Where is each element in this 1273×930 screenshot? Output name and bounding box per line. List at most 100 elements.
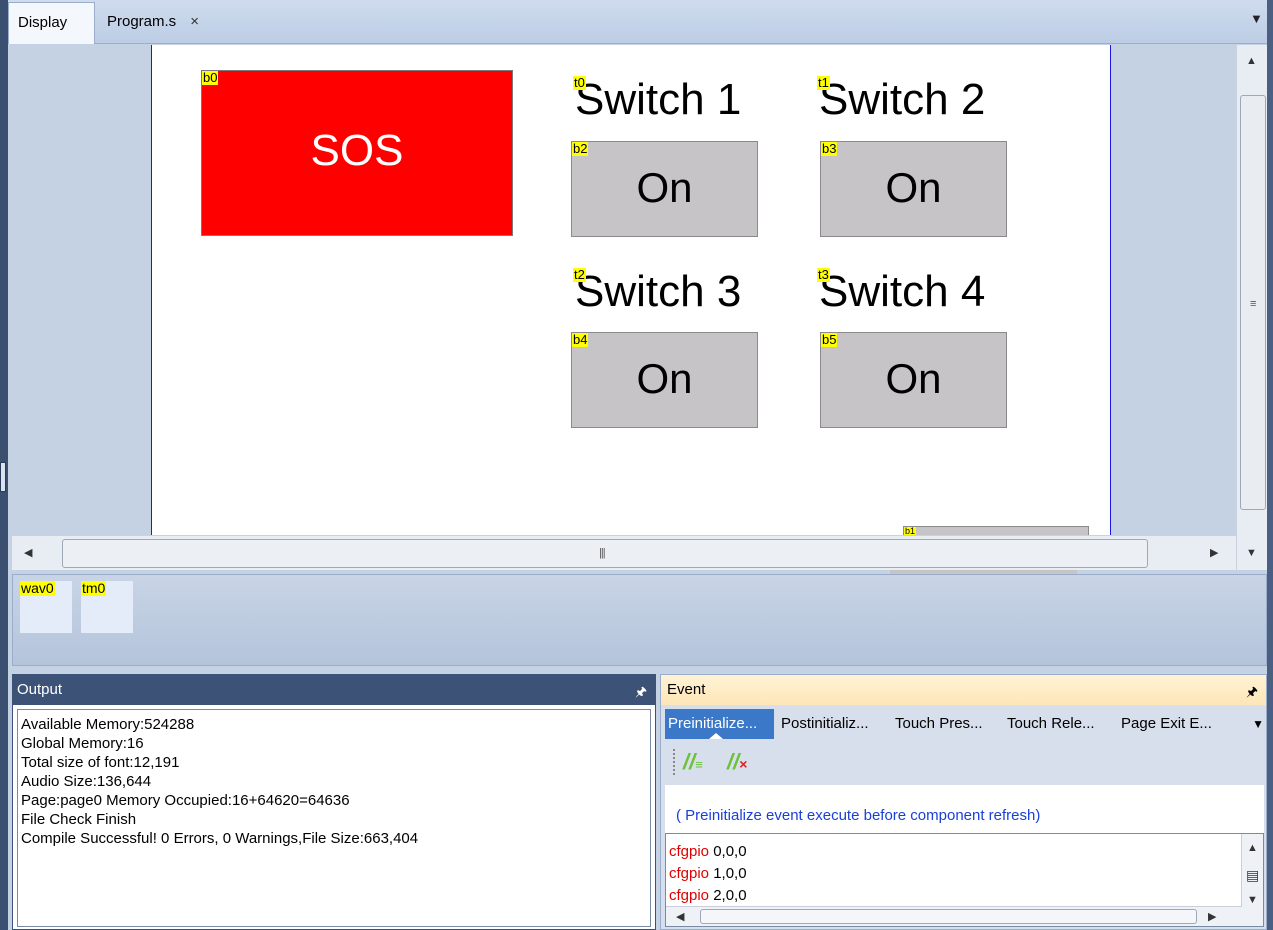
- design-vertical-scrollbar[interactable]: ▲ ≡ ▼: [1236, 45, 1267, 570]
- switch-1-on-text: On: [636, 164, 693, 211]
- tab-postinitialize[interactable]: Postinitializ...: [781, 709, 887, 739]
- pin-icon[interactable]: 🖈: [635, 677, 647, 707]
- event-panel-header: Event 🖈: [661, 675, 1266, 705]
- code-line: cfgpio 1,0,0: [669, 864, 747, 884]
- component-id-label: b0: [202, 70, 219, 85]
- switch-3-on-button[interactable]: b4 On: [571, 332, 758, 428]
- code-line: cfgpio 0,0,0: [669, 842, 747, 862]
- code-line: cfgpio 2,0,0: [669, 886, 747, 906]
- scroll-right-icon[interactable]: ▶: [1208, 910, 1216, 923]
- right-dock-edge: [1267, 0, 1273, 930]
- switch-2-label-text: Switch 2: [819, 75, 986, 124]
- component-tray: wav0 tm0: [12, 574, 1267, 666]
- component-id-label: t3: [817, 267, 830, 282]
- switch-3-label[interactable]: Switch 3 t2: [573, 268, 783, 316]
- tab-display[interactable]: Display: [8, 2, 95, 44]
- output-log[interactable]: Available Memory:524288 Global Memory:16…: [17, 709, 651, 927]
- grip-icon: ≡: [1250, 298, 1257, 310]
- event-hint-text: ( Preinitialize event execute before com…: [676, 807, 1041, 824]
- tab-page-exit[interactable]: Page Exit E...: [1121, 709, 1225, 739]
- output-panel-header: Output 🖈: [13, 675, 655, 705]
- tab-program-s-label: Program.s: [107, 13, 177, 30]
- switch-2-label[interactable]: Switch 2 t1: [817, 76, 1027, 124]
- code-keyword: cfgpio: [669, 865, 710, 882]
- component-id-label: b5: [821, 332, 838, 347]
- close-icon[interactable]: ×: [190, 13, 199, 30]
- toolbar-grip: [673, 749, 675, 775]
- switch-2-on-button[interactable]: b3 On: [820, 141, 1007, 237]
- output-line: Available Memory:524288: [21, 716, 195, 733]
- tab-page-exit-label: Page Exit E...: [1121, 715, 1212, 732]
- scroll-down-icon[interactable]: ▼: [1247, 894, 1258, 906]
- tab-touch-release[interactable]: Touch Rele...: [1007, 709, 1113, 739]
- scroll-left-icon[interactable]: ◀: [24, 546, 32, 559]
- component-id-label: b3: [821, 141, 838, 156]
- page-canvas[interactable]: b0 SOS Switch 1 t0 b2 On Switch 2 t1 b3 …: [151, 45, 1111, 535]
- scroll-down-icon[interactable]: ▼: [1246, 547, 1257, 559]
- uncomment-lines-icon[interactable]: //×: [727, 749, 747, 775]
- pin-icon[interactable]: 🖈: [1246, 677, 1258, 707]
- event-panel-title: Event: [667, 681, 706, 698]
- left-dock-handle[interactable]: [0, 462, 6, 492]
- event-tab-strip: Preinitialize... Postinitializ... Touch …: [665, 709, 1264, 739]
- output-line: Global Memory:16: [21, 735, 144, 752]
- output-panel: Output 🖈 Available Memory:524288 Global …: [12, 674, 656, 930]
- tab-list-dropdown-icon[interactable]: ▼: [1252, 717, 1264, 731]
- output-panel-title: Output: [17, 681, 63, 698]
- output-line: File Check Finish: [21, 811, 137, 828]
- comment-lines-icon[interactable]: //≡: [683, 749, 703, 775]
- output-line: Total size of font:12,191: [21, 754, 180, 771]
- tab-list-dropdown-icon[interactable]: ▼: [1250, 11, 1263, 26]
- output-line: Audio Size:136,644: [21, 773, 152, 790]
- tab-display-label: Display: [18, 14, 68, 31]
- design-area: b0 SOS Switch 1 t0 b2 On Switch 2 t1 b3 …: [12, 45, 1236, 535]
- tray-item-wav0[interactable]: wav0: [20, 581, 72, 633]
- tab-touch-release-label: Touch Rele...: [1007, 715, 1095, 732]
- document-tab-strip: Display Program.s × ▼: [8, 0, 1267, 44]
- event-toolbar: //≡ //×: [665, 743, 1264, 781]
- selected-tab-caret-icon: [709, 733, 723, 739]
- grip-icon: ▤: [1246, 867, 1260, 883]
- output-line: Page:page0 Memory Occupied:16+64620=6463…: [21, 792, 350, 809]
- sos-button[interactable]: b0 SOS: [201, 70, 513, 236]
- scroll-right-icon[interactable]: ▶: [1210, 546, 1218, 559]
- code-args: 1,0,0: [709, 865, 747, 882]
- vertical-scroll-thumb[interactable]: ≡: [1240, 95, 1266, 510]
- switch-3-label-text: Switch 3: [575, 267, 742, 316]
- design-horizontal-scrollbar[interactable]: ◀ ||| ▶: [12, 535, 1236, 570]
- tab-touch-press[interactable]: Touch Pres...: [895, 709, 999, 739]
- component-id-label: b2: [572, 141, 589, 156]
- code-horizontal-scrollbar[interactable]: ◀ ▶: [666, 906, 1242, 926]
- switch-1-on-button[interactable]: b2 On: [571, 141, 758, 237]
- tab-touch-press-label: Touch Pres...: [895, 715, 983, 732]
- switch-1-label[interactable]: Switch 1 t0: [573, 76, 783, 124]
- switch-4-label-text: Switch 4: [819, 267, 986, 316]
- output-line: Compile Successful! 0 Errors, 0 Warnings…: [21, 830, 419, 847]
- tab-preinitialize-label: Preinitialize...: [668, 715, 758, 732]
- scroll-up-icon[interactable]: ▲: [1247, 842, 1258, 854]
- switch-4-label[interactable]: Switch 4 t3: [817, 268, 1027, 316]
- event-code-editor[interactable]: cfgpio 0,0,0 cfgpio 1,0,0 cfgpio 2,0,0 ▲…: [665, 833, 1264, 927]
- code-keyword: cfgpio: [669, 843, 710, 860]
- component-id-label: t1: [817, 75, 830, 90]
- component-id-label: t2: [573, 267, 586, 282]
- code-args: 0,0,0: [709, 843, 747, 860]
- tray-item-tm0[interactable]: tm0: [81, 581, 133, 633]
- horizontal-scroll-thumb[interactable]: |||: [62, 539, 1148, 568]
- code-vertical-scrollbar[interactable]: ▲ ▤ ▼: [1241, 834, 1263, 926]
- switch-4-on-button[interactable]: b5 On: [820, 332, 1007, 428]
- switch-2-on-text: On: [885, 164, 942, 211]
- scroll-up-icon[interactable]: ▲: [1246, 55, 1257, 67]
- partial-button[interactable]: b1: [903, 526, 1089, 535]
- component-id-label: tm0: [81, 580, 107, 596]
- grip-icon: |||: [599, 547, 606, 559]
- tab-program-s[interactable]: Program.s ×: [98, 2, 248, 44]
- event-panel: Event 🖈 Preinitialize... Postinitializ..…: [660, 674, 1267, 930]
- component-id-label: b1: [904, 526, 917, 535]
- code-args: 2,0,0: [709, 887, 747, 904]
- sos-button-text: SOS: [310, 126, 404, 175]
- scroll-left-icon[interactable]: ◀: [676, 910, 684, 923]
- code-horizontal-scroll-thumb[interactable]: [700, 909, 1197, 924]
- tab-postinitialize-label: Postinitializ...: [781, 715, 869, 732]
- switch-4-on-text: On: [885, 355, 942, 402]
